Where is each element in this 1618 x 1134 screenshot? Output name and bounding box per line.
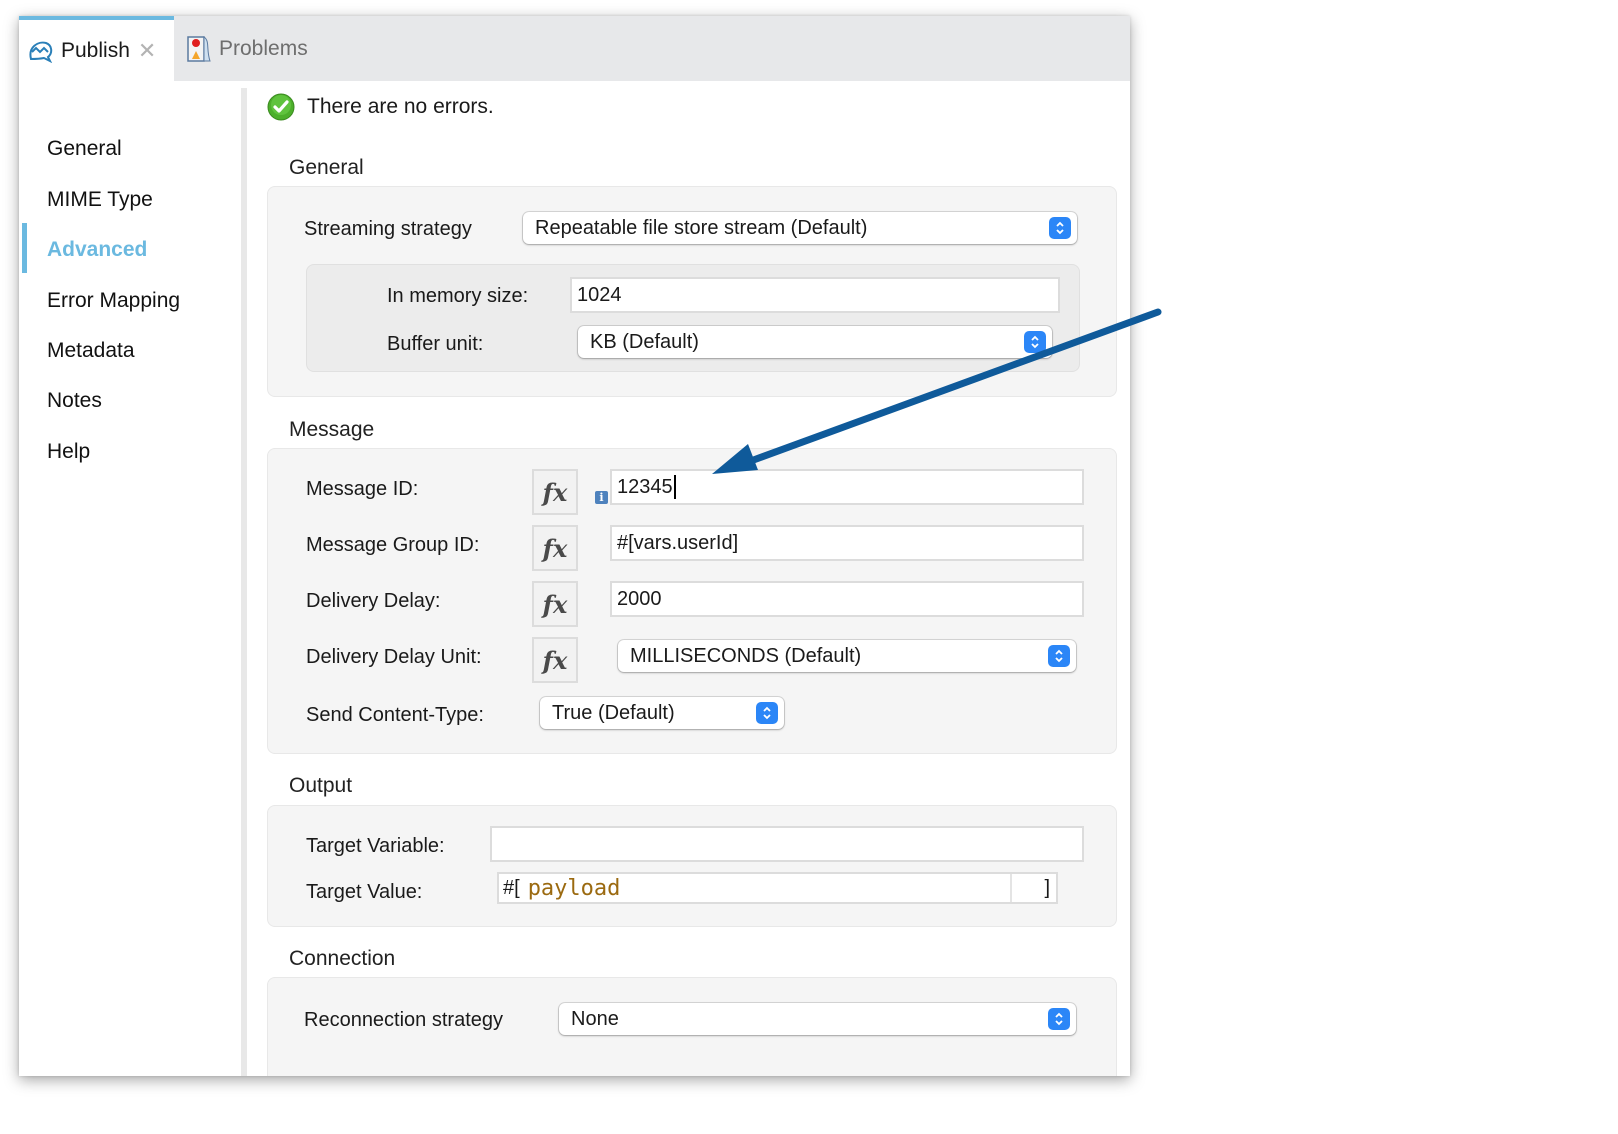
sidebar-item-metadata[interactable]: Metadata (47, 339, 135, 363)
message-id-label: Message ID: (306, 478, 419, 500)
stepper-icon (756, 702, 778, 724)
check-circle-icon (267, 93, 295, 121)
general-group: Streaming strategy Repeatable file store… (267, 186, 1117, 397)
streaming-strategy-select[interactable]: Repeatable file store stream (Default) (523, 212, 1077, 244)
tab-problems[interactable]: Problems (185, 16, 308, 81)
message-group-id-label: Message Group ID: (306, 534, 480, 556)
target-variable-label: Target Variable: (306, 835, 445, 857)
send-content-type-value: True (Default) (552, 701, 675, 724)
section-general-title: General (289, 156, 364, 179)
stepper-icon (1048, 1008, 1070, 1030)
tab-publish[interactable]: Publish ✕ (19, 16, 174, 81)
publish-icon (27, 37, 55, 65)
info-icon: i (595, 491, 608, 504)
text-cursor (673, 475, 676, 499)
sidebar-item-mime-type[interactable]: MIME Type (47, 188, 153, 212)
reconnection-strategy-value: None (571, 1007, 619, 1030)
target-value-label: Target Value: (306, 881, 423, 903)
fx-toggle-delivery-delay[interactable]: fx (532, 581, 578, 627)
delivery-delay-unit-value: MILLISECONDS (Default) (630, 644, 862, 667)
sidebar-item-advanced[interactable]: Advanced (47, 238, 147, 262)
status-message: There are no errors. (267, 93, 494, 121)
buffer-unit-value: KB (Default) (590, 330, 699, 353)
properties-window: Publish ✕ Problems General MIME Type Adv… (19, 16, 1130, 1076)
stepper-icon (1024, 331, 1046, 353)
tab-publish-label: Publish (61, 38, 130, 62)
status-text: There are no errors. (307, 95, 494, 118)
fx-toggle-message-group-id[interactable]: fx (532, 525, 578, 571)
tab-problems-label: Problems (219, 36, 308, 60)
delivery-delay-input[interactable]: 2000 (610, 581, 1084, 617)
delivery-delay-label: Delivery Delay: (306, 590, 441, 612)
expression-code: payload (527, 875, 621, 901)
stepper-icon (1049, 217, 1071, 239)
expression-suffix: ] (1044, 876, 1050, 899)
streaming-strategy-label: Streaming strategy (304, 218, 472, 240)
connection-group: Reconnection strategy None (267, 977, 1117, 1076)
buffer-unit-select[interactable]: KB (Default) (578, 326, 1052, 358)
sidebar-item-help[interactable]: Help (47, 440, 90, 464)
expression-separator (1010, 874, 1012, 902)
section-connection-title: Connection (289, 947, 396, 970)
message-group-id-input[interactable]: #[vars.userId] (610, 525, 1084, 561)
reconnection-strategy-label: Reconnection strategy (304, 1009, 504, 1031)
sidebar-item-error-mapping[interactable]: Error Mapping (47, 289, 180, 313)
message-group: Message ID: fx i 12345 Message Group ID:… (267, 448, 1117, 754)
fx-toggle-message-id[interactable]: fx (532, 469, 578, 515)
sidebar-item-general[interactable]: General (47, 137, 122, 161)
target-variable-input[interactable] (490, 826, 1084, 862)
reconnection-strategy-select[interactable]: None (559, 1003, 1076, 1035)
in-memory-size-label: In memory size: (387, 285, 529, 307)
streaming-options-group: In memory size: 1024 Buffer unit: KB (De… (306, 264, 1080, 372)
fx-toggle-delivery-delay-unit[interactable]: fx (532, 637, 578, 683)
content-panel: There are no errors. General Streaming s… (247, 81, 1130, 1076)
sidebar: General MIME Type Advanced Error Mapping… (19, 81, 241, 1076)
close-icon[interactable]: ✕ (138, 38, 156, 64)
section-output-title: Output (289, 774, 353, 797)
delivery-delay-unit-label: Delivery Delay Unit: (306, 646, 482, 668)
sidebar-item-notes[interactable]: Notes (47, 389, 102, 413)
streaming-strategy-value: Repeatable file store stream (Default) (535, 216, 868, 239)
in-memory-size-input[interactable]: 1024 (570, 277, 1060, 313)
problems-icon (185, 35, 213, 63)
active-indicator (22, 223, 27, 273)
section-message-title: Message (289, 418, 375, 441)
buffer-unit-label: Buffer unit: (387, 333, 484, 355)
tab-bar: Publish ✕ Problems (19, 16, 1130, 81)
target-value-expression-input[interactable]: #[ payload ] (497, 872, 1058, 904)
delivery-delay-unit-select[interactable]: MILLISECONDS (Default) (618, 640, 1076, 672)
stepper-icon (1048, 645, 1070, 667)
send-content-type-label: Send Content-Type: (306, 704, 484, 726)
output-group: Target Variable: Target Value: #[ payloa… (267, 805, 1117, 927)
send-content-type-select[interactable]: True (Default) (540, 697, 784, 729)
expression-prefix: #[ (503, 876, 520, 899)
message-id-input[interactable]: 12345 (610, 469, 1084, 505)
message-id-value: 12345 (617, 475, 673, 498)
